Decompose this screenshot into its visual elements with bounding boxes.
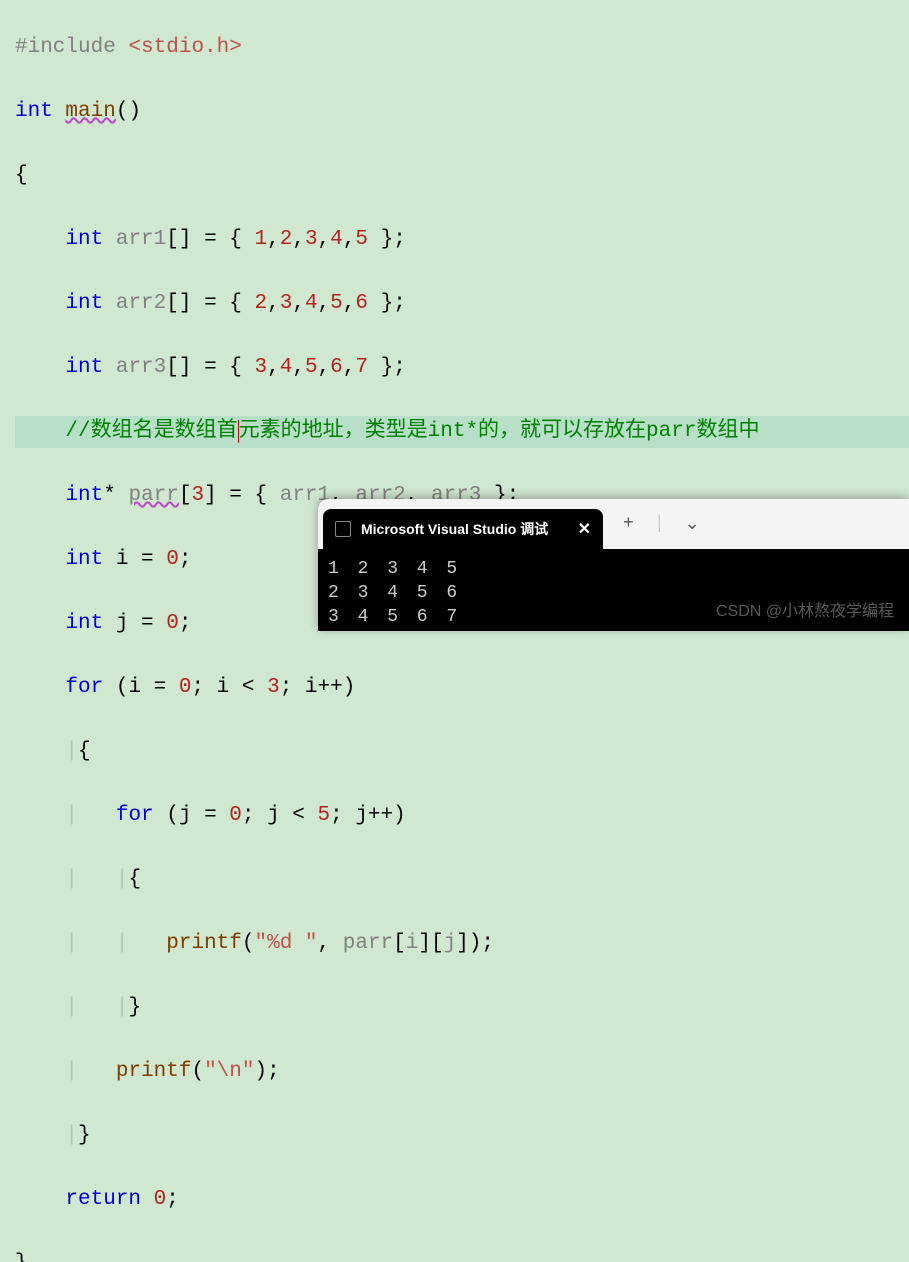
code-line: | |{ [15, 864, 909, 896]
code-line: int main() [15, 96, 909, 128]
divider: | [654, 514, 665, 534]
code-line: | | printf("%d ", parr[i][j]); [15, 928, 909, 960]
tab-close-button[interactable]: ✕ [578, 519, 591, 539]
terminal-output[interactable]: 1 2 3 4 5 2 3 4 5 6 3 4 5 6 7 [318, 549, 909, 637]
new-tab-button[interactable]: + [613, 508, 644, 540]
code-line: { [15, 160, 909, 192]
variable-parr: parr [128, 484, 178, 507]
function-main: main [65, 100, 115, 123]
code-line: for (i = 0; i < 3; i++) [15, 672, 909, 704]
tab-title: Microsoft Visual Studio 调试 [361, 519, 548, 539]
preprocessor-directive: #include [15, 36, 116, 59]
code-line: | for (j = 0; j < 5; j++) [15, 800, 909, 832]
code-line: | |} [15, 992, 909, 1024]
code-line: |} [15, 1120, 909, 1152]
include-file: <stdio.h> [128, 36, 241, 59]
code-line: } [15, 1248, 909, 1262]
tab-controls: + | ⌄ [613, 507, 710, 541]
code-line: |{ [15, 736, 909, 768]
output-line: 1 2 3 4 5 [328, 557, 899, 581]
tab-bar: Microsoft Visual Studio 调试 ✕ + | ⌄ [318, 499, 909, 549]
watermark: CSDN @小林熬夜学编程 [716, 597, 894, 621]
tab-active[interactable]: Microsoft Visual Studio 调试 ✕ [323, 509, 603, 549]
tab-dropdown-button[interactable]: ⌄ [675, 507, 710, 541]
code-line: int arr1[] = { 1,2,3,4,5 }; [15, 224, 909, 256]
code-line: | printf("\n"); [15, 1056, 909, 1088]
code-line: int arr2[] = { 2,3,4,5,6 }; [15, 288, 909, 320]
code-line: return 0; [15, 1184, 909, 1216]
terminal-icon [335, 521, 351, 537]
code-line: #include <stdio.h> [15, 32, 909, 64]
code-line: int arr3[] = { 3,4,5,6,7 }; [15, 352, 909, 384]
code-line-highlighted: //数组名是数组首元素的地址，类型是int*的，就可以存放在parr数组中 [15, 416, 909, 448]
comment: //数组名是数组首元素的地址，类型是int*的，就可以存放在parr数组中 [65, 420, 759, 443]
